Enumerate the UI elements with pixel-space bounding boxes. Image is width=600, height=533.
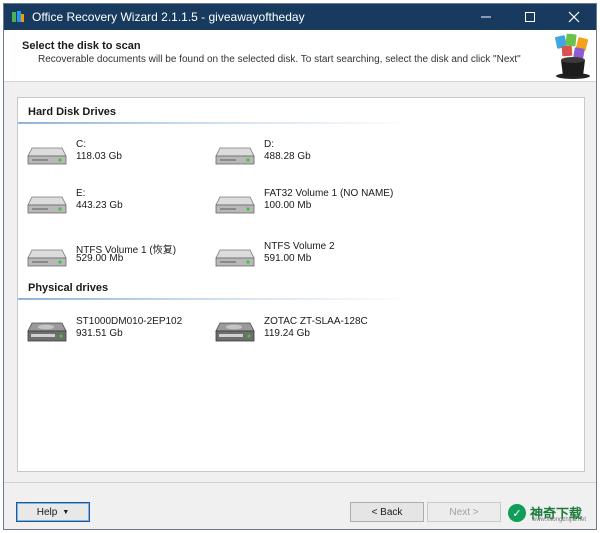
next-button[interactable]: Next > bbox=[427, 502, 501, 522]
drive-item[interactable]: E: 443.23 Gb bbox=[26, 187, 206, 221]
wizard-hat-logo bbox=[555, 33, 590, 79]
minimize-button[interactable] bbox=[464, 4, 508, 30]
group-physical-drives-label: Physical drives bbox=[28, 282, 109, 294]
drive-name: ZOTAC ZT-SLAA-128C bbox=[264, 316, 368, 327]
hard-drive-icon bbox=[215, 196, 255, 214]
drive-size: 118.03 Gb bbox=[76, 151, 122, 162]
group-hard-disk-drives-label: Hard Disk Drives bbox=[28, 106, 117, 118]
physical-drive-icon bbox=[27, 322, 67, 342]
drive-name: D: bbox=[264, 139, 274, 150]
drive-list-panel: Hard Disk Drives C: 118.03 Gb D: 488.28 … bbox=[17, 97, 585, 472]
hard-drive-icon bbox=[27, 249, 67, 267]
back-button[interactable]: < Back bbox=[350, 502, 424, 522]
group-divider bbox=[18, 122, 414, 124]
app-window: Office Recovery Wizard 2.1.1.5 - giveawa… bbox=[3, 3, 597, 530]
drive-size: 931.51 Gb bbox=[76, 328, 123, 339]
drive-size: 591.00 Mb bbox=[264, 253, 312, 264]
drive-item[interactable]: D: 488.28 Gb bbox=[214, 138, 394, 172]
drive-item[interactable]: FAT32 Volume 1 (NO NAME) 100.00 Mb bbox=[214, 187, 394, 221]
drive-name: C: bbox=[76, 139, 86, 150]
group-divider bbox=[18, 298, 414, 300]
window-title: Office Recovery Wizard 2.1.1.5 - giveawa… bbox=[32, 10, 305, 24]
footer-divider bbox=[4, 482, 596, 483]
drive-size: 100.00 Mb bbox=[264, 200, 312, 211]
physical-drive-icon bbox=[215, 322, 255, 342]
watermark-badge-icon: ✓ bbox=[508, 504, 526, 522]
step-title: Select the disk to scan bbox=[22, 40, 141, 52]
watermark-url: www.xitongzhijia.net bbox=[532, 517, 587, 523]
hard-drive-icon bbox=[27, 147, 67, 165]
drive-size: 443.23 Gb bbox=[76, 200, 123, 211]
hard-drive-icon bbox=[215, 147, 255, 165]
close-button[interactable] bbox=[552, 4, 596, 30]
hard-drive-icon bbox=[27, 196, 67, 214]
title-bar[interactable]: Office Recovery Wizard 2.1.1.5 - giveawa… bbox=[4, 4, 596, 30]
wizard-header: Select the disk to scan Recoverable docu… bbox=[4, 30, 596, 82]
drive-name: FAT32 Volume 1 (NO NAME) bbox=[264, 188, 394, 199]
app-icon bbox=[12, 11, 24, 22]
drive-item[interactable]: ST1000DM010-2EP102 931.51 Gb bbox=[26, 315, 206, 349]
help-button-label: Help bbox=[36, 506, 58, 518]
minimize-icon bbox=[481, 16, 491, 18]
drive-item[interactable]: C: 118.03 Gb bbox=[26, 138, 206, 172]
hard-drive-icon bbox=[215, 249, 255, 267]
drive-name: NTFS Volume 2 bbox=[264, 241, 335, 252]
drive-size: 119.24 Gb bbox=[264, 328, 310, 339]
maximize-icon bbox=[525, 12, 535, 22]
help-button[interactable]: Help ▼ bbox=[16, 502, 90, 522]
drive-size: 488.28 Gb bbox=[264, 151, 311, 162]
caret-down-icon: ▼ bbox=[62, 508, 70, 516]
close-icon bbox=[568, 11, 580, 23]
drive-item[interactable]: NTFS Volume 2 591.00 Mb bbox=[214, 240, 394, 274]
drive-item[interactable]: ZOTAC ZT-SLAA-128C 119.24 Gb bbox=[214, 315, 394, 349]
drive-name: E: bbox=[76, 188, 86, 199]
drive-name: ST1000DM010-2EP102 bbox=[76, 316, 183, 327]
maximize-button[interactable] bbox=[508, 4, 552, 30]
drive-size: 529.00 Mb bbox=[76, 253, 124, 264]
step-subtitle: Recoverable documents will be found on t… bbox=[38, 54, 521, 65]
drive-item[interactable]: NTFS Volume 1 (恢复) 529.00 Mb bbox=[26, 240, 206, 274]
watermark: ✓ 神奇下载 www.xitongzhijia.net bbox=[508, 500, 592, 526]
